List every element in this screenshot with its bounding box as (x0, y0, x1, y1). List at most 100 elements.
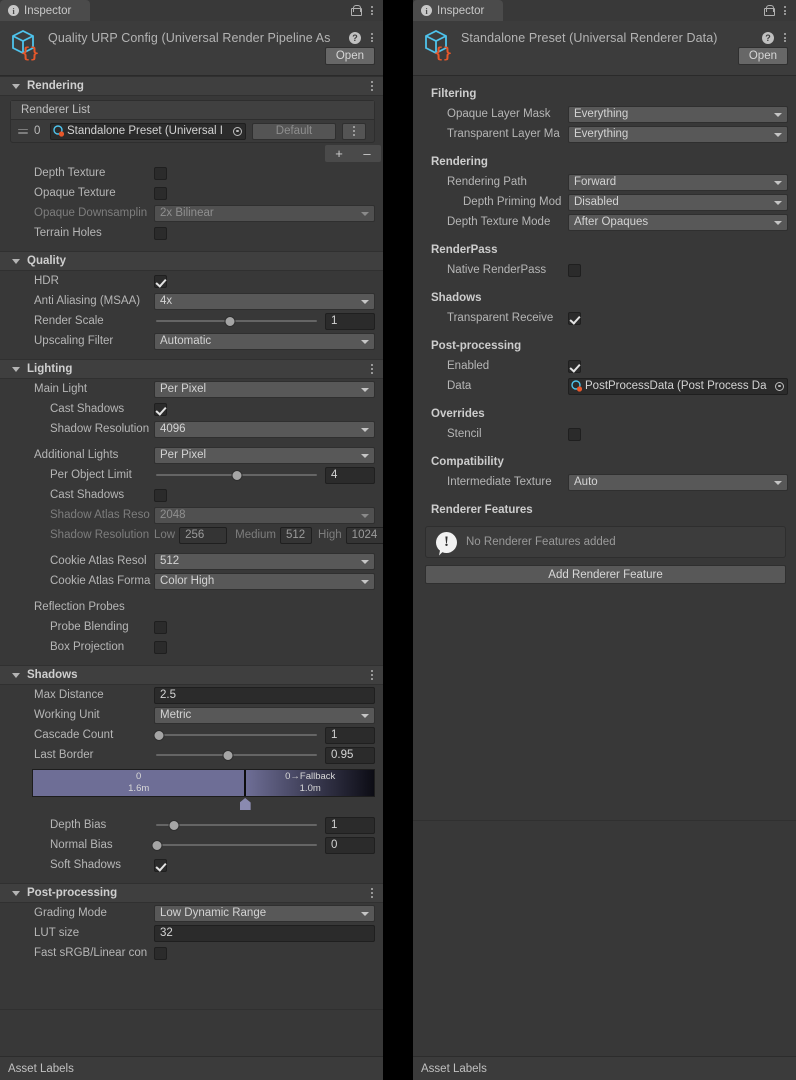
tab-inspector-left[interactable]: i Inspector (0, 0, 90, 21)
open-button[interactable]: Open (325, 47, 375, 65)
object-field-postprocess-data[interactable]: PostProcessData (Post Process Da (568, 378, 788, 395)
section-header-post-processing[interactable]: Post-processing (0, 883, 383, 903)
remove-renderer-button[interactable]: – (353, 145, 381, 162)
checkbox-main-cast-shadows[interactable] (154, 403, 167, 416)
checkbox-probe-blending[interactable] (154, 621, 167, 634)
drag-handle-icon[interactable] (18, 129, 28, 134)
checkbox-fast-srgb[interactable] (154, 947, 167, 960)
slider-cascade-count[interactable] (154, 728, 319, 742)
cascade-visualization[interactable]: 0 1.6m 0→Fallback 1.0m (32, 769, 375, 810)
row-transparent-receive: Transparent Receive (413, 308, 796, 328)
checkbox-depth-texture[interactable] (154, 167, 167, 180)
kebab-menu-icon[interactable] (369, 4, 375, 17)
section-header-shadows[interactable]: Shadows (0, 665, 383, 685)
lock-icon[interactable] (764, 5, 773, 16)
slider-normal-bias[interactable] (154, 838, 319, 852)
value-cascade-count[interactable]: 1 (325, 727, 375, 744)
checkbox-terrain-holes[interactable] (154, 227, 167, 240)
kebab-menu-icon (351, 124, 357, 137)
value-tier-high[interactable]: 1024 (346, 527, 383, 544)
renderer-options-button[interactable] (342, 123, 366, 140)
object-picker-icon[interactable] (772, 379, 787, 394)
value-normal-bias[interactable]: 0 (325, 837, 375, 854)
dropdown-msaa[interactable]: 4x (154, 293, 375, 310)
cascade-bar[interactable]: 0 1.6m 0→Fallback 1.0m (32, 769, 375, 797)
tab-inspector-right[interactable]: i Inspector (413, 0, 503, 21)
dropdown-intermediate-texture[interactable]: Auto (568, 474, 788, 491)
dropdown-cookie-atlas-resolution[interactable]: 512 (154, 553, 375, 570)
checkbox-soft-shadows[interactable] (154, 859, 167, 872)
checkbox-transparent-receive[interactable] (568, 312, 581, 325)
slider-per-object-limit[interactable] (154, 468, 319, 482)
value-last-border[interactable]: 0.95 (325, 747, 375, 764)
checkbox-stencil[interactable] (568, 428, 581, 441)
asset-labels-left[interactable]: Asset Labels (0, 1056, 383, 1080)
kebab-menu-icon[interactable] (369, 362, 375, 375)
slider-handle[interactable] (153, 730, 164, 741)
value-depth-bias[interactable]: 1 (325, 817, 375, 834)
dropdown-opaque-layer-mask[interactable]: Everything (568, 106, 788, 123)
default-button[interactable]: Default (252, 123, 336, 140)
kebab-menu-icon[interactable] (369, 886, 375, 899)
row-grading-mode: Grading Mode Low Dynamic Range (0, 903, 383, 923)
slider-handle[interactable] (224, 316, 235, 327)
input-max-distance[interactable]: 2.5 (154, 687, 375, 704)
dropdown-depth-texture-mode[interactable]: After Opaques (568, 214, 788, 231)
dropdown-shadow-atlas-resolution[interactable]: 2048 (154, 507, 375, 524)
checkbox-hdr[interactable] (154, 275, 167, 288)
dropdown-opaque-downsampling[interactable]: 2x Bilinear (154, 205, 375, 222)
open-button[interactable]: Open (738, 47, 788, 65)
checkbox-additional-cast-shadows[interactable] (154, 489, 167, 502)
slider-handle[interactable] (168, 820, 179, 831)
value-tier-medium[interactable]: 512 (280, 527, 312, 544)
dropdown-depth-priming-mode[interactable]: Disabled (568, 194, 788, 211)
lock-icon[interactable] (351, 5, 360, 16)
dropdown-transparent-layer-mask[interactable]: Everything (568, 126, 788, 143)
kebab-menu-icon[interactable] (369, 668, 375, 681)
value-render-scale[interactable]: 1 (325, 313, 375, 330)
section-header-rendering[interactable]: Rendering (0, 76, 383, 96)
value-tier-low[interactable]: 256 (179, 527, 227, 544)
slider-handle[interactable] (152, 840, 163, 851)
cascade-segment-fallback[interactable]: 0→Fallback 1.0m (244, 770, 374, 796)
slider-track (156, 824, 317, 826)
row-transparent-layer-mask: Transparent Layer Ma Everything (413, 124, 796, 144)
asset-labels-right[interactable]: Asset Labels (413, 1056, 796, 1080)
checkbox-box-projection[interactable] (154, 641, 167, 654)
add-renderer-button[interactable]: + (325, 145, 353, 162)
dropdown-grading-mode[interactable]: Low Dynamic Range (154, 905, 375, 922)
help-icon[interactable]: ? (349, 32, 361, 44)
label-additional-cast-shadows: Cast Shadows (0, 489, 154, 501)
dropdown-upscaling-filter[interactable]: Automatic (154, 333, 375, 350)
section-header-quality[interactable]: Quality (0, 251, 383, 271)
slider-depth-bias[interactable] (154, 818, 319, 832)
checkbox-pp-enabled[interactable] (568, 360, 581, 373)
checkbox-native-renderpass[interactable] (568, 264, 581, 277)
help-icon[interactable]: ? (762, 32, 774, 44)
dropdown-main-shadow-resolution[interactable]: 4096 (154, 421, 375, 438)
checkbox-opaque-texture[interactable] (154, 187, 167, 200)
dropdown-working-unit[interactable]: Metric (154, 707, 375, 724)
kebab-menu-icon[interactable] (782, 31, 788, 44)
group-filtering: Filtering (413, 84, 796, 104)
slider-handle[interactable] (223, 750, 234, 761)
kebab-menu-icon[interactable] (369, 31, 375, 44)
slider-render-scale[interactable] (154, 314, 319, 328)
dropdown-cookie-atlas-format[interactable]: Color High (154, 573, 375, 590)
cascade-segment-0[interactable]: 0 1.6m (33, 770, 244, 796)
slider-last-border[interactable] (154, 748, 319, 762)
value-per-object-limit[interactable]: 4 (325, 467, 375, 484)
renderer-list-item[interactable]: 0 Standalone Preset (Universal I Default (11, 120, 374, 142)
dropdown-rendering-path[interactable]: Forward (568, 174, 788, 191)
input-lut-size[interactable]: 32 (154, 925, 375, 942)
object-picker-icon[interactable] (230, 124, 245, 139)
dropdown-main-light[interactable]: Per Pixel (154, 381, 375, 398)
renderer-object-field[interactable]: Standalone Preset (Universal I (50, 123, 246, 140)
label-tier-medium: Medium (227, 529, 280, 541)
kebab-menu-icon[interactable] (369, 79, 375, 92)
slider-handle[interactable] (231, 470, 242, 481)
dropdown-additional-lights[interactable]: Per Pixel (154, 447, 375, 464)
add-renderer-feature-button[interactable]: Add Renderer Feature (425, 565, 786, 584)
section-header-lighting[interactable]: Lighting (0, 359, 383, 379)
kebab-menu-icon[interactable] (782, 4, 788, 17)
